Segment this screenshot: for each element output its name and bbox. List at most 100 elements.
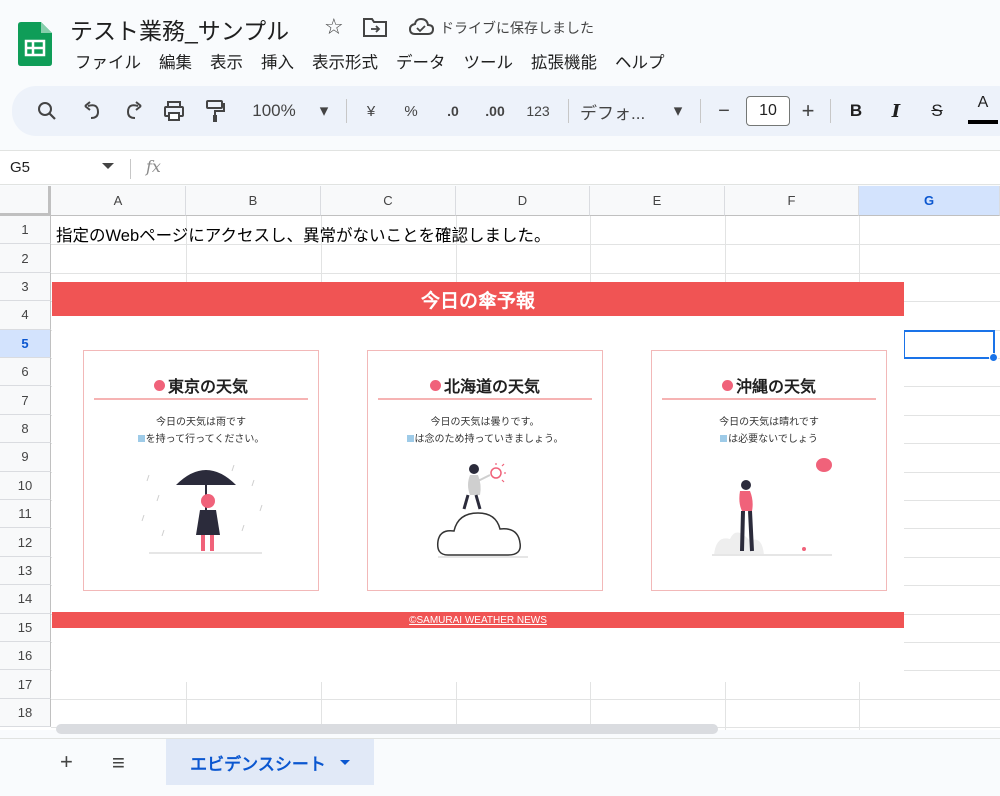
- column-header-g[interactable]: G: [859, 186, 1000, 216]
- menu-extensions[interactable]: 拡張機能: [522, 49, 606, 73]
- row-header-10[interactable]: 10: [0, 471, 51, 500]
- row-header-2[interactable]: 2: [0, 244, 51, 273]
- row-header-17[interactable]: 17: [0, 670, 51, 699]
- move-folder-icon[interactable]: [362, 16, 388, 38]
- text-color-button[interactable]: A: [968, 86, 998, 124]
- column-header-a[interactable]: A: [51, 186, 186, 216]
- fill-handle[interactable]: [989, 353, 998, 362]
- menu-insert[interactable]: 挿入: [252, 49, 303, 73]
- column-header-e[interactable]: E: [590, 186, 725, 216]
- increase-font-size-button[interactable]: +: [798, 86, 818, 136]
- row-header-12[interactable]: 12: [0, 528, 51, 557]
- paint-format-icon[interactable]: [204, 86, 226, 136]
- select-all-corner[interactable]: [0, 186, 51, 216]
- row-header-4[interactable]: 4: [0, 301, 51, 330]
- menu-edit[interactable]: 編集: [150, 49, 201, 73]
- font-family-select[interactable]: デフォ...: [580, 86, 660, 136]
- menu-tools[interactable]: ツール: [455, 49, 523, 73]
- row-header-1[interactable]: 1: [0, 216, 51, 245]
- umbrella-icon: [406, 435, 414, 442]
- number-format-button[interactable]: 123: [520, 86, 556, 136]
- italic-button[interactable]: I: [886, 86, 906, 136]
- card-text-line1: 今日の天気は晴れです: [719, 417, 819, 428]
- document-title[interactable]: テスト業務_サンプル: [70, 12, 289, 46]
- column-header-d[interactable]: D: [456, 186, 590, 216]
- horizontal-scrollbar[interactable]: [56, 724, 718, 734]
- sheet-tab-label: エビデンスシート: [190, 754, 326, 774]
- cell-a1[interactable]: 指定のWebページにアクセスし、異常がないことを確認しました。: [56, 222, 550, 246]
- menu-view[interactable]: 表示: [201, 49, 252, 73]
- menu-file[interactable]: ファイル: [66, 49, 150, 73]
- sunny-person-illustration-icon: [712, 458, 832, 556]
- row-header-5[interactable]: 5: [0, 329, 51, 358]
- zoom-dropdown-icon[interactable]: ▾: [316, 86, 332, 136]
- sheets-logo-icon[interactable]: [18, 22, 52, 66]
- row-header-7[interactable]: 7: [0, 386, 51, 415]
- column-header-c[interactable]: C: [321, 186, 456, 216]
- row-header-14[interactable]: 14: [0, 585, 51, 614]
- card-text-line2-text: は念のため持っていきましょう。: [414, 434, 564, 445]
- weather-card-hokkaido: 北海道の天気 今日の天気は曇りです。 は念のため持っていきましょう。: [367, 350, 603, 591]
- name-box[interactable]: G5: [10, 159, 30, 176]
- toolbar-divider: [700, 99, 701, 123]
- percent-format-button[interactable]: %: [400, 86, 422, 136]
- sheet-tab-evidence[interactable]: エビデンスシート: [166, 739, 374, 785]
- header: テスト業務_サンプル ☆ ドライブに保存しました ファイル 編集 表示 挿入 表…: [0, 0, 1000, 82]
- menubar: ファイル 編集 表示 挿入 表示形式 データ ツール 拡張機能 ヘルプ: [66, 49, 674, 73]
- toolbar-divider: [346, 99, 347, 123]
- cloud-saved-icon[interactable]: [408, 16, 434, 38]
- card-divider: [662, 398, 876, 400]
- font-size-input[interactable]: 10: [746, 96, 790, 126]
- row-header-15[interactable]: 15: [0, 613, 51, 642]
- row-header-6[interactable]: 6: [0, 358, 51, 387]
- card-title-text: 沖縄の天気: [735, 379, 816, 396]
- row-header-18[interactable]: 18: [0, 698, 51, 728]
- row-header-16[interactable]: 16: [0, 642, 51, 671]
- name-box-dropdown-icon[interactable]: [102, 163, 114, 169]
- menu-help[interactable]: ヘルプ: [606, 49, 674, 73]
- sheet-tab-bar: + ≡ エビデンスシート: [0, 738, 1000, 796]
- menu-data[interactable]: データ: [387, 49, 455, 73]
- spreadsheet-grid[interactable]: ABCDEFG 1 2 3 4 5 6 7 8 9 10 11 12 13 14 15 16 17 18 指定のW…: [0, 186, 1000, 730]
- font-dropdown-icon[interactable]: ▾: [670, 86, 686, 136]
- weather-card-okinawa: 沖縄の天気 今日の天気は晴れです は必要ないでしょう: [651, 350, 887, 591]
- decrease-font-size-button[interactable]: −: [714, 86, 734, 136]
- increase-decimal-button[interactable]: .00: [478, 86, 512, 136]
- toolbar-divider: [830, 99, 831, 123]
- embedded-image[interactable]: 今日の傘予報 東京の天気 今日の天気は雨です を持って行ってください。 北海道の…: [52, 282, 904, 682]
- undo-icon[interactable]: [82, 86, 104, 136]
- row-header-11[interactable]: 11: [0, 500, 51, 529]
- print-icon[interactable]: [162, 86, 186, 136]
- add-sheet-button[interactable]: +: [60, 749, 73, 775]
- strikethrough-button[interactable]: S: [926, 86, 948, 136]
- menu-format[interactable]: 表示形式: [303, 49, 387, 73]
- card-text-line1: 今日の天気は曇りです。: [430, 417, 540, 428]
- sheet-tab-dropdown-icon[interactable]: [339, 759, 350, 765]
- umbrella-icon: [720, 435, 728, 442]
- column-header-b[interactable]: B: [186, 186, 321, 216]
- selected-cell-outline[interactable]: [903, 330, 995, 359]
- card-divider: [378, 398, 592, 400]
- star-icon[interactable]: ☆: [324, 14, 344, 40]
- row-gridline: [51, 698, 1000, 700]
- redo-icon[interactable]: [122, 86, 144, 136]
- row-header-8[interactable]: 8: [0, 414, 51, 444]
- row-header-9[interactable]: 9: [0, 443, 51, 472]
- row-header-3[interactable]: 3: [0, 272, 51, 302]
- card-divider: [94, 398, 308, 400]
- all-sheets-button[interactable]: ≡: [112, 750, 125, 776]
- toolbar-divider: [568, 99, 569, 123]
- decrease-decimal-button[interactable]: .0: [438, 86, 468, 136]
- card-title: 東京の天気: [84, 373, 318, 397]
- currency-format-button[interactable]: ¥: [360, 86, 382, 136]
- footer-credit-link[interactable]: ©SAMURAI WEATHER NEWS: [409, 615, 547, 626]
- bold-button[interactable]: B: [846, 86, 866, 136]
- save-status: ドライブに保存しました: [440, 20, 594, 36]
- card-text-line2: を持って行ってください。: [84, 430, 318, 445]
- search-icon[interactable]: [36, 86, 58, 136]
- zoom-select[interactable]: 100%: [244, 86, 304, 136]
- card-title: 沖縄の天気: [652, 373, 886, 397]
- column-header-f[interactable]: F: [725, 186, 859, 216]
- embed-banner: 今日の傘予報: [52, 282, 904, 316]
- row-header-13[interactable]: 13: [0, 556, 51, 586]
